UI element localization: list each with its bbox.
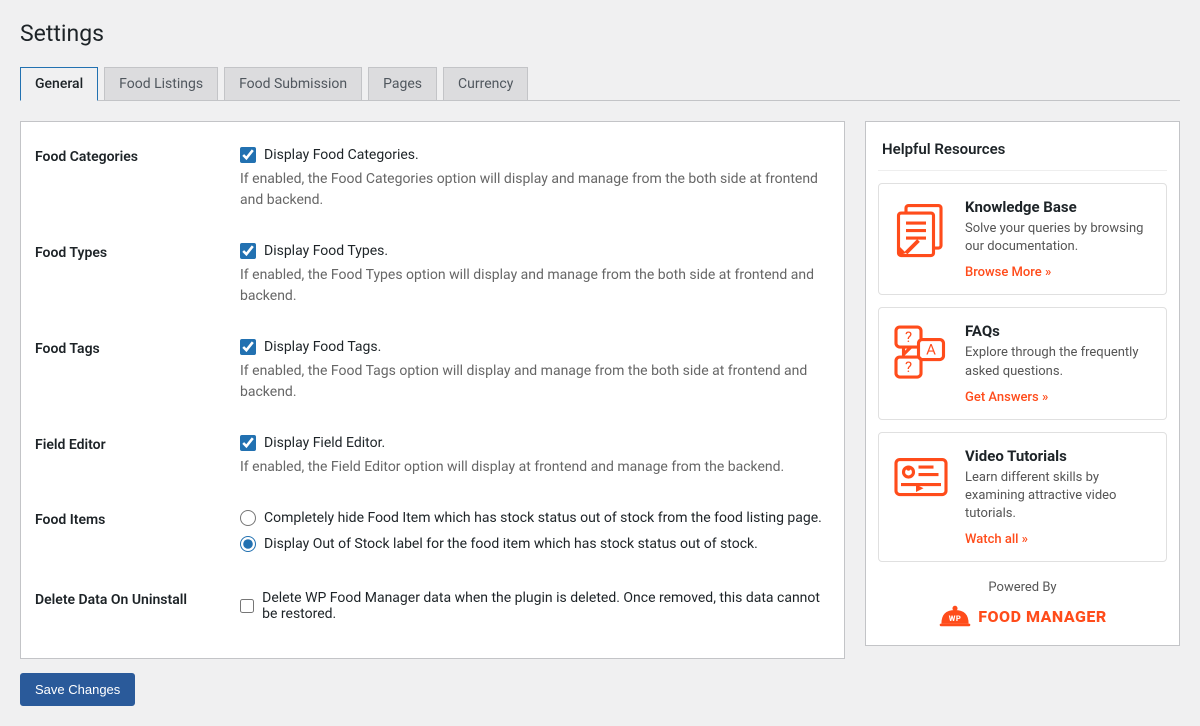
checkbox-wrap-delete-data[interactable]: Delete WP Food Manager data when the plu…	[240, 590, 824, 622]
row-food-items: Food Items Completely hide Food Item whi…	[35, 510, 824, 558]
video-icon	[891, 447, 951, 548]
radio-hide-out-of-stock[interactable]	[240, 510, 256, 526]
label-delete-data: Delete Data On Uninstall	[35, 590, 240, 608]
link-get-answers[interactable]: Get Answers »	[965, 390, 1048, 405]
label-food-tags: Food Tags	[35, 339, 240, 357]
desc-field-editor: If enabled, the Field Editor option will…	[240, 457, 824, 478]
radio-display-out-of-stock[interactable]	[240, 536, 256, 552]
card-desc: Explore through the frequently asked que…	[965, 344, 1154, 380]
checkbox-food-tags[interactable]	[240, 339, 256, 355]
svg-text:A: A	[926, 341, 936, 359]
checkbox-food-types[interactable]	[240, 243, 256, 259]
card-video-tutorials: Video Tutorials Learn different skills b…	[878, 432, 1167, 563]
radio-wrap-hide-out-of-stock[interactable]: Completely hide Food Item which has stoc…	[240, 510, 824, 526]
powered-by-label: Powered By	[878, 580, 1167, 595]
card-title: Knowledge Base	[965, 198, 1154, 216]
desc-food-categories: If enabled, the Food Categories option w…	[240, 169, 824, 211]
checkbox-label-field-editor: Display Field Editor.	[264, 435, 385, 451]
tab-general[interactable]: General	[20, 67, 98, 101]
card-faqs: ? A ? FAQs Explore through the frequentl…	[878, 307, 1167, 419]
checkbox-label-food-categories: Display Food Categories.	[264, 147, 419, 163]
checkbox-wrap-food-categories[interactable]: Display Food Categories.	[240, 147, 824, 163]
card-desc: Solve your queries by browsing our docum…	[965, 220, 1154, 256]
tabs-nav: General Food Listings Food Submission Pa…	[20, 67, 1180, 101]
page-title: Settings	[20, 20, 1180, 47]
radio-wrap-display-out-of-stock[interactable]: Display Out of Stock label for the food …	[240, 536, 824, 552]
checkbox-label-food-tags: Display Food Tags.	[264, 339, 381, 355]
brand-logo: WP FOOD MANAGER	[938, 603, 1106, 629]
checkbox-wrap-food-tags[interactable]: Display Food Tags.	[240, 339, 824, 355]
svg-text:?: ?	[905, 328, 912, 346]
card-title: Video Tutorials	[965, 447, 1154, 465]
radio-label-display-out-of-stock: Display Out of Stock label for the food …	[264, 536, 758, 552]
sidebar-panel: Helpful Resources Knowledge Base Solve y…	[865, 121, 1180, 646]
checkbox-delete-data[interactable]	[240, 598, 254, 614]
checkbox-food-categories[interactable]	[240, 147, 256, 163]
row-field-editor: Field Editor Display Field Editor. If en…	[35, 435, 824, 478]
row-delete-data: Delete Data On Uninstall Delete WP Food …	[35, 590, 824, 628]
sidebar-title: Helpful Resources	[878, 134, 1167, 171]
checkbox-wrap-food-types[interactable]: Display Food Types.	[240, 243, 824, 259]
row-food-tags: Food Tags Display Food Tags. If enabled,…	[35, 339, 824, 403]
faq-icon: ? A ?	[891, 322, 951, 404]
desc-food-tags: If enabled, the Food Tags option will di…	[240, 361, 824, 403]
checkbox-label-delete-data: Delete WP Food Manager data when the plu…	[262, 590, 824, 622]
checkbox-wrap-field-editor[interactable]: Display Field Editor.	[240, 435, 824, 451]
save-changes-button[interactable]: Save Changes	[20, 673, 135, 706]
svg-text:?: ?	[905, 358, 912, 376]
cloche-icon: WP	[938, 603, 972, 629]
desc-food-types: If enabled, the Food Types option will d…	[240, 265, 824, 307]
label-food-items: Food Items	[35, 510, 240, 528]
checkbox-label-food-types: Display Food Types.	[264, 243, 388, 259]
powered-by: Powered By WP FOOD MANAGER	[878, 580, 1167, 633]
link-browse-more[interactable]: Browse More »	[965, 265, 1051, 280]
tab-food-listings[interactable]: Food Listings	[104, 67, 218, 101]
radio-label-hide-out-of-stock: Completely hide Food Item which has stoc…	[264, 510, 822, 526]
document-icon	[891, 198, 951, 280]
tab-currency[interactable]: Currency	[443, 67, 528, 101]
row-food-categories: Food Categories Display Food Categories.…	[35, 147, 824, 211]
label-food-types: Food Types	[35, 243, 240, 261]
brand-name: FOOD MANAGER	[978, 607, 1106, 626]
card-knowledge-base: Knowledge Base Solve your queries by bro…	[878, 183, 1167, 295]
tab-pages[interactable]: Pages	[368, 67, 437, 101]
card-title: FAQs	[965, 322, 1154, 340]
tab-food-submission[interactable]: Food Submission	[224, 67, 362, 101]
label-field-editor: Field Editor	[35, 435, 240, 453]
card-desc: Learn different skills by examining attr…	[965, 469, 1154, 524]
row-food-types: Food Types Display Food Types. If enable…	[35, 243, 824, 307]
brand-wp-text: WP	[949, 614, 961, 623]
link-watch-all[interactable]: Watch all »	[965, 532, 1028, 547]
checkbox-field-editor[interactable]	[240, 435, 256, 451]
settings-panel: Food Categories Display Food Categories.…	[20, 121, 845, 659]
label-food-categories: Food Categories	[35, 147, 240, 165]
